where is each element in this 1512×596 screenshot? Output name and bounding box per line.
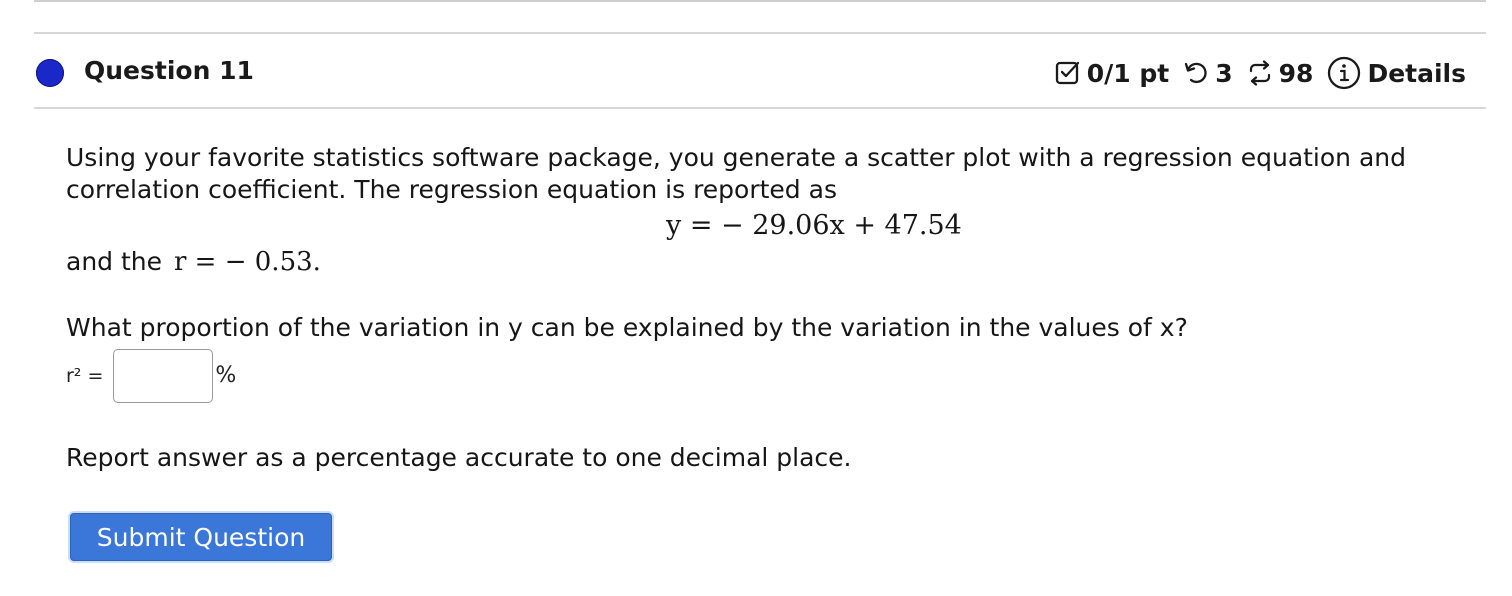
answer-row: r² = % — [66, 346, 236, 406]
prompt-text: What proportion of the variation in y ca… — [66, 313, 1188, 342]
question-body: Using your favorite statistics software … — [66, 142, 1466, 472]
checkbox-icon — [1055, 60, 1081, 86]
question-header: Question 11 0/1 pt 3 98 Details — [0, 32, 1512, 108]
percent-unit: % — [215, 363, 237, 388]
details-button[interactable]: Details — [1327, 56, 1466, 90]
correlation-value: r = − 0.53. — [173, 247, 321, 277]
question-meta: 0/1 pt 3 98 Details — [1055, 56, 1466, 90]
details-label[interactable]: Details — [1367, 59, 1466, 88]
score-text: 0/1 pt — [1086, 58, 1170, 88]
undo-icon — [1183, 60, 1209, 86]
retries-count: 98 — [1278, 58, 1314, 88]
submit-question-button[interactable]: Submit Question — [70, 513, 332, 561]
intro-text: Using your favorite statistics software … — [66, 143, 1407, 204]
header-top-divider — [34, 32, 1486, 34]
regression-equation: y = − 29.06x + 47.54 — [666, 210, 962, 241]
repeat-icon — [1247, 60, 1273, 86]
header-bottom-divider — [34, 107, 1486, 109]
retries-group: 98 — [1247, 58, 1314, 88]
report-instruction: Report answer as a percentage accurate t… — [66, 443, 852, 472]
correlation-line: and the r = − 0.53. — [66, 246, 321, 278]
question-status-dot — [36, 59, 64, 87]
question-title: Question 11 — [84, 56, 254, 85]
info-icon — [1327, 56, 1361, 90]
correlation-prefix: and the — [66, 247, 163, 276]
score-group: 0/1 pt — [1055, 59, 1169, 88]
attempts-group: 3 — [1183, 58, 1233, 88]
answer-label: r² = — [66, 365, 104, 387]
r-squared-input[interactable] — [113, 349, 214, 403]
top-divider — [34, 0, 1486, 2]
attempts-count: 3 — [1215, 58, 1233, 88]
